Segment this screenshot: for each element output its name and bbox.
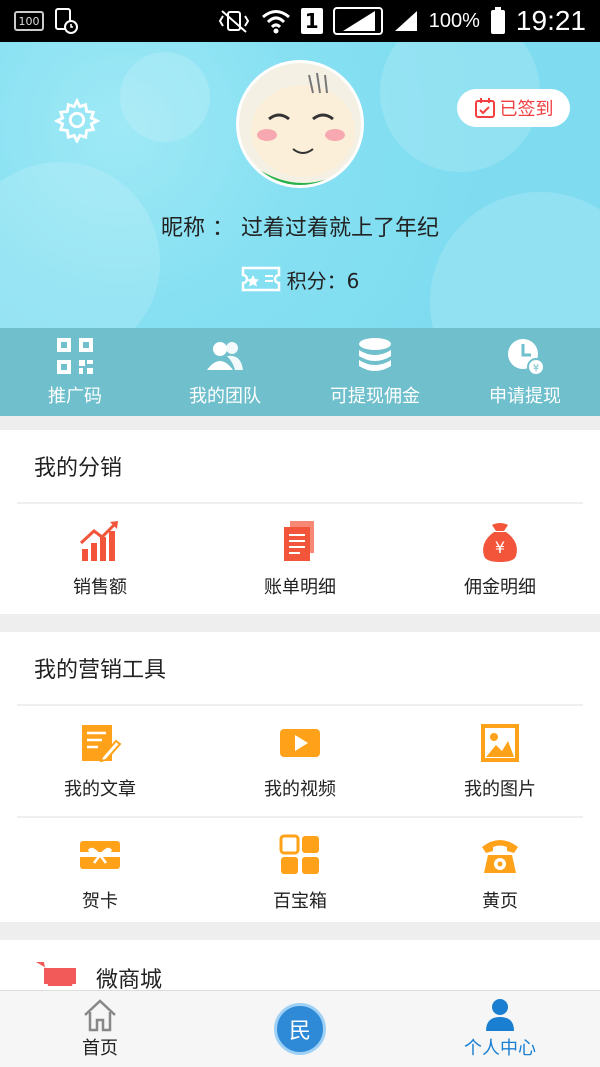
quick-action-promo-code[interactable]: 推广码 — [0, 328, 150, 416]
team-icon — [207, 342, 243, 370]
distribution-item-label: 销售额 — [73, 577, 127, 598]
distribution-item-label: 账单明细 — [264, 577, 336, 598]
marketing-section: 我的营销工具 我的文章 我的视频 我的图片 贺卡 百宝箱 黄页 — [0, 632, 600, 922]
coin-stack-icon — [359, 338, 391, 371]
marketing-item-toolbox[interactable]: 百宝箱 — [200, 818, 400, 928]
profile-header: 已签到 昵称 ： 过着过着就上了年纪 积分：6 — [0, 42, 600, 328]
quick-action-label: 我的团队 — [189, 386, 261, 407]
nav-personal-center[interactable]: 个人中心 — [400, 991, 600, 1067]
money-bag-icon: ¥ — [483, 523, 517, 562]
marketing-item-label: 黄页 — [482, 891, 518, 912]
marketing-item-label: 我的视频 — [264, 779, 336, 800]
quick-action-label: 申请提现 — [489, 386, 561, 407]
distribution-item-bills[interactable]: 账单明细 — [200, 504, 400, 614]
bill-document-icon — [284, 521, 314, 561]
clock-time: 19:21 — [515, 5, 586, 36]
nickname-text: 昵称 ： 过着过着就上了年纪 — [161, 216, 439, 241]
wifi-icon — [261, 10, 290, 34]
qr-code-icon — [57, 338, 93, 374]
quick-action-label: 可提现佣金 — [330, 386, 420, 407]
ticket-icon — [241, 266, 280, 292]
quick-action-withdrawable[interactable]: 可提现佣金 — [300, 328, 450, 416]
distribution-item-sales[interactable]: 销售额 — [0, 504, 200, 614]
clock-yen-icon: ¥ — [508, 339, 545, 376]
marketing-item-images[interactable]: 我的图片 — [400, 706, 600, 816]
center-circle-icon: 民 — [274, 1003, 326, 1055]
vibrate-mute-icon — [218, 10, 249, 33]
sim-clock-icon — [55, 8, 78, 34]
signal-box-icon — [332, 7, 383, 35]
nav-label: 首页 — [82, 1038, 118, 1059]
battery-icon — [490, 7, 505, 34]
quick-action-label: 推广码 — [48, 386, 102, 407]
avatar[interactable] — [236, 60, 364, 188]
marketing-item-videos[interactable]: 我的视频 — [200, 706, 400, 816]
points-row: 积分：6 — [0, 264, 600, 294]
grid-box-icon — [279, 834, 319, 874]
sales-chart-icon — [79, 521, 118, 561]
marketing-item-label: 百宝箱 — [273, 891, 327, 912]
points-label: 积分：6 — [286, 268, 360, 293]
decor-bubble — [0, 162, 160, 328]
bottom-nav: 首页 民 个人中心 — [0, 990, 600, 1067]
video-icon — [280, 729, 320, 757]
article-icon — [82, 725, 122, 763]
sim-number: 1 — [304, 9, 319, 33]
nav-center[interactable]: 民 — [200, 991, 400, 1067]
status-bar: 100 1 100% 19:21 — [0, 0, 600, 42]
checkin-button[interactable]: 已签到 — [457, 89, 570, 127]
settings-gear-icon[interactable] — [54, 97, 100, 143]
battery-saver-label: 100 — [18, 14, 40, 28]
gift-card-icon — [80, 841, 120, 869]
mall-title: 微商城 — [96, 968, 163, 990]
home-icon — [84, 999, 116, 1032]
svg-text:¥: ¥ — [495, 538, 505, 557]
signal-icon — [394, 11, 417, 31]
avatar-cartoon-image — [239, 63, 361, 185]
quick-action-my-team[interactable]: 我的团队 — [150, 328, 300, 416]
distribution-item-label: 佣金明细 — [464, 577, 536, 598]
marketing-item-yellow-pages[interactable]: 黄页 — [400, 818, 600, 928]
center-label: 民 — [288, 1019, 311, 1044]
cart-icon — [36, 962, 76, 986]
marketing-item-label: 我的文章 — [64, 779, 136, 800]
marketing-item-label: 贺卡 — [82, 891, 118, 912]
checkin-label: 已签到 — [499, 99, 554, 120]
distribution-section: 我的分销 销售额 账单明细 ¥ 佣金明细 — [0, 430, 600, 614]
marketing-item-greeting-cards[interactable]: 贺卡 — [0, 818, 200, 928]
image-icon — [481, 724, 519, 762]
section-title: 我的营销工具 — [34, 658, 167, 683]
battery-saver-icon: 100 — [14, 11, 44, 31]
telephone-icon — [482, 840, 518, 873]
section-title: 我的分销 — [34, 456, 123, 481]
quick-action-bar: 推广码 我的团队 可提现佣金 ¥ 申请提现 — [0, 328, 600, 416]
marketing-item-articles[interactable]: 我的文章 — [0, 706, 200, 816]
battery-percent: 100% — [428, 9, 480, 32]
nav-home[interactable]: 首页 — [0, 991, 200, 1067]
distribution-item-commission[interactable]: ¥ 佣金明细 — [400, 504, 600, 614]
nav-label: 个人中心 — [464, 1038, 536, 1059]
person-icon — [486, 999, 514, 1031]
svg-text:¥: ¥ — [533, 363, 539, 374]
mall-section[interactable]: 微商城 — [0, 940, 600, 990]
sim-indicator: 1 — [300, 8, 323, 34]
calendar-check-icon — [474, 98, 495, 118]
decor-bubble — [120, 52, 210, 142]
marketing-item-label: 我的图片 — [464, 779, 536, 800]
quick-action-apply-withdraw[interactable]: ¥ 申请提现 — [450, 328, 600, 416]
